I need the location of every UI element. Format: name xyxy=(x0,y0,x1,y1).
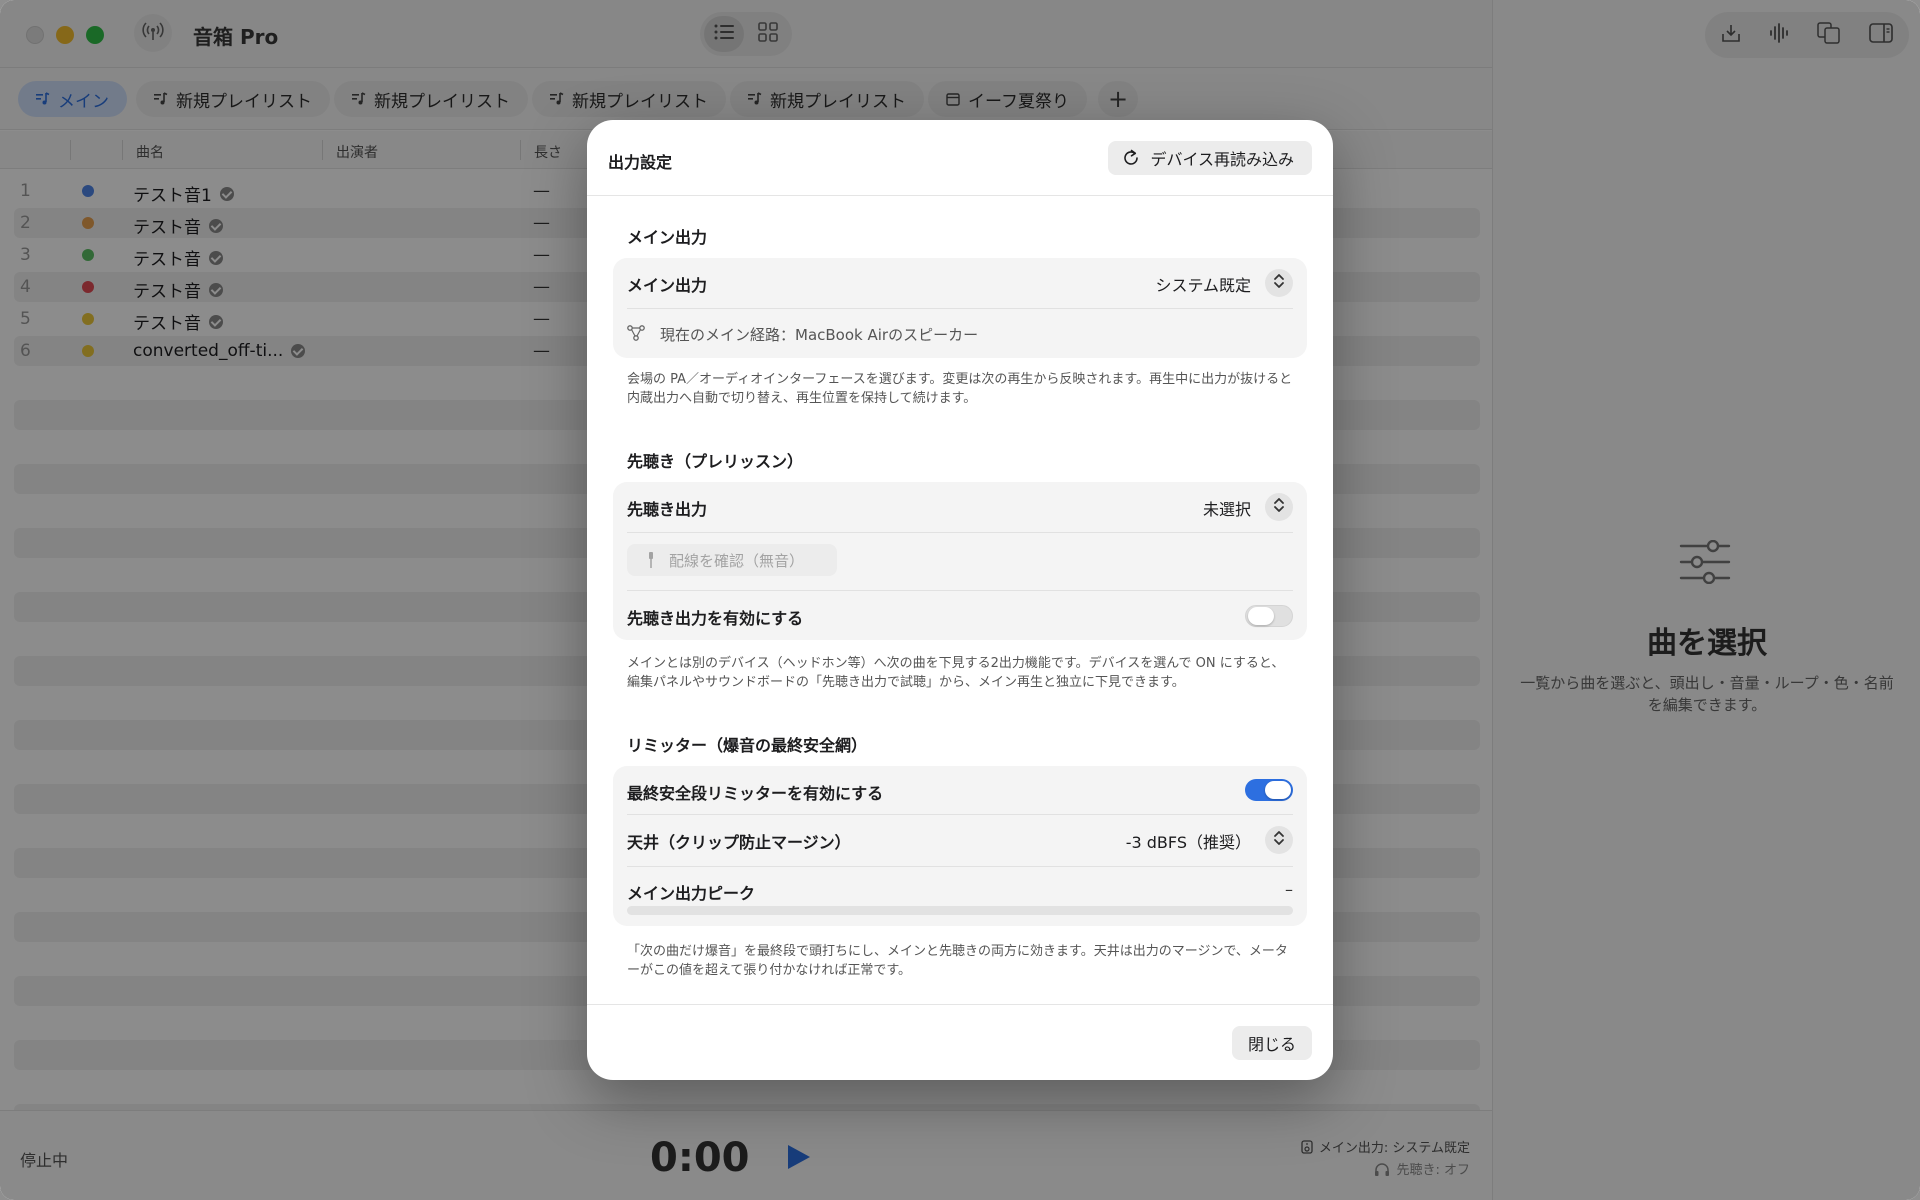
peak-value: – xyxy=(1285,880,1293,899)
limiter-group: 最終安全段リミッターを有効にする 天井（クリップ防止マージン） -3 dBFS（… xyxy=(613,766,1307,926)
ceiling-label: 天井（クリップ防止マージン） xyxy=(627,833,851,852)
peak-label: メイン出力ピーク xyxy=(627,884,756,903)
row-divider xyxy=(627,532,1293,533)
dialog-title: 出力設定 xyxy=(608,153,673,172)
peak-meter-bar xyxy=(627,906,1293,915)
preview-enable-row: 先聴き出力を有効にする xyxy=(613,590,1307,640)
reload-devices-button[interactable]: デバイス再読み込み xyxy=(1108,141,1312,175)
refresh-icon xyxy=(1122,149,1140,167)
main-route-text: 現在のメイン経路：MacBook Airのスピーカー xyxy=(660,326,979,344)
toggle-knob xyxy=(1248,607,1274,625)
main-output-section-title: メイン出力 xyxy=(627,228,708,247)
peak-meter-row: メイン出力ピーク – xyxy=(613,866,1307,926)
preview-section-title: 先聴き（プレリッスン） xyxy=(627,452,804,471)
main-output-value: システム既定 xyxy=(1155,276,1251,295)
cable-icon xyxy=(647,551,655,569)
preview-output-value: 未選択 xyxy=(1202,500,1251,519)
ceiling-row[interactable]: 天井（クリップ防止マージン） -3 dBFS（推奨） xyxy=(613,814,1307,866)
limiter-enable-toggle[interactable] xyxy=(1245,779,1293,801)
chevron-up-down-icon xyxy=(1273,273,1285,293)
preview-group: 先聴き出力 未選択 配線を確認（無音） 先聴き出力を有効にする xyxy=(613,482,1307,640)
preview-enable-toggle[interactable] xyxy=(1245,605,1293,627)
check-wiring-label: 配線を確認（無音） xyxy=(669,551,805,570)
toggle-knob xyxy=(1265,781,1291,799)
main-output-description: 会場の PA／オーディオインターフェースを選びます。変更は次の再生から反映されま… xyxy=(627,372,1293,406)
limiter-description: 「次の曲だけ爆音」を最終段で頭打ちにし、メインと先聴きの両方に効きます。天井は出… xyxy=(627,944,1288,978)
main-output-select[interactable] xyxy=(1265,269,1293,297)
check-wiring-button[interactable]: 配線を確認（無音） xyxy=(627,544,837,576)
chevron-up-down-icon xyxy=(1273,830,1285,850)
preview-enable-label: 先聴き出力を有効にする xyxy=(627,609,804,628)
reload-devices-label: デバイス再読み込み xyxy=(1150,150,1294,169)
ceiling-select[interactable] xyxy=(1265,826,1293,854)
chevron-up-down-icon xyxy=(1273,497,1285,517)
limiter-section-title: リミッター（爆音の最終安全網） xyxy=(627,736,868,755)
close-button[interactable]: 閉じる xyxy=(1231,1026,1312,1060)
main-route-row: 現在のメイン経路：MacBook Airのスピーカー xyxy=(613,308,1307,358)
main-output-label: メイン出力 xyxy=(627,276,708,295)
limiter-enable-label: 最終安全段リミッターを有効にする xyxy=(627,784,884,803)
output-settings-dialog: 出力設定 デバイス再読み込み メイン出力 メイン出力 システム既定 現在のメイン… xyxy=(587,120,1333,1080)
main-output-group: メイン出力 システム既定 現在のメイン経路：MacBook Airのスピーカー xyxy=(613,258,1307,358)
preview-output-row[interactable]: 先聴き出力 未選択 xyxy=(613,482,1307,532)
preview-output-label: 先聴き出力 xyxy=(627,500,708,519)
dialog-footer: 閉じる xyxy=(587,1004,1333,1080)
route-nodes-icon xyxy=(627,324,645,346)
dialog-header: 出力設定 デバイス再読み込み xyxy=(587,120,1333,196)
main-output-row[interactable]: メイン出力 システム既定 xyxy=(613,258,1307,308)
limiter-enable-row: 最終安全段リミッターを有効にする xyxy=(613,766,1307,814)
ceiling-value: -3 dBFS（推奨） xyxy=(1125,833,1251,852)
preview-output-select[interactable] xyxy=(1265,493,1293,521)
preview-description: メインとは別のデバイス（ヘッドホン等）へ次の曲を下見する2出力機能です。デバイス… xyxy=(627,656,1285,690)
